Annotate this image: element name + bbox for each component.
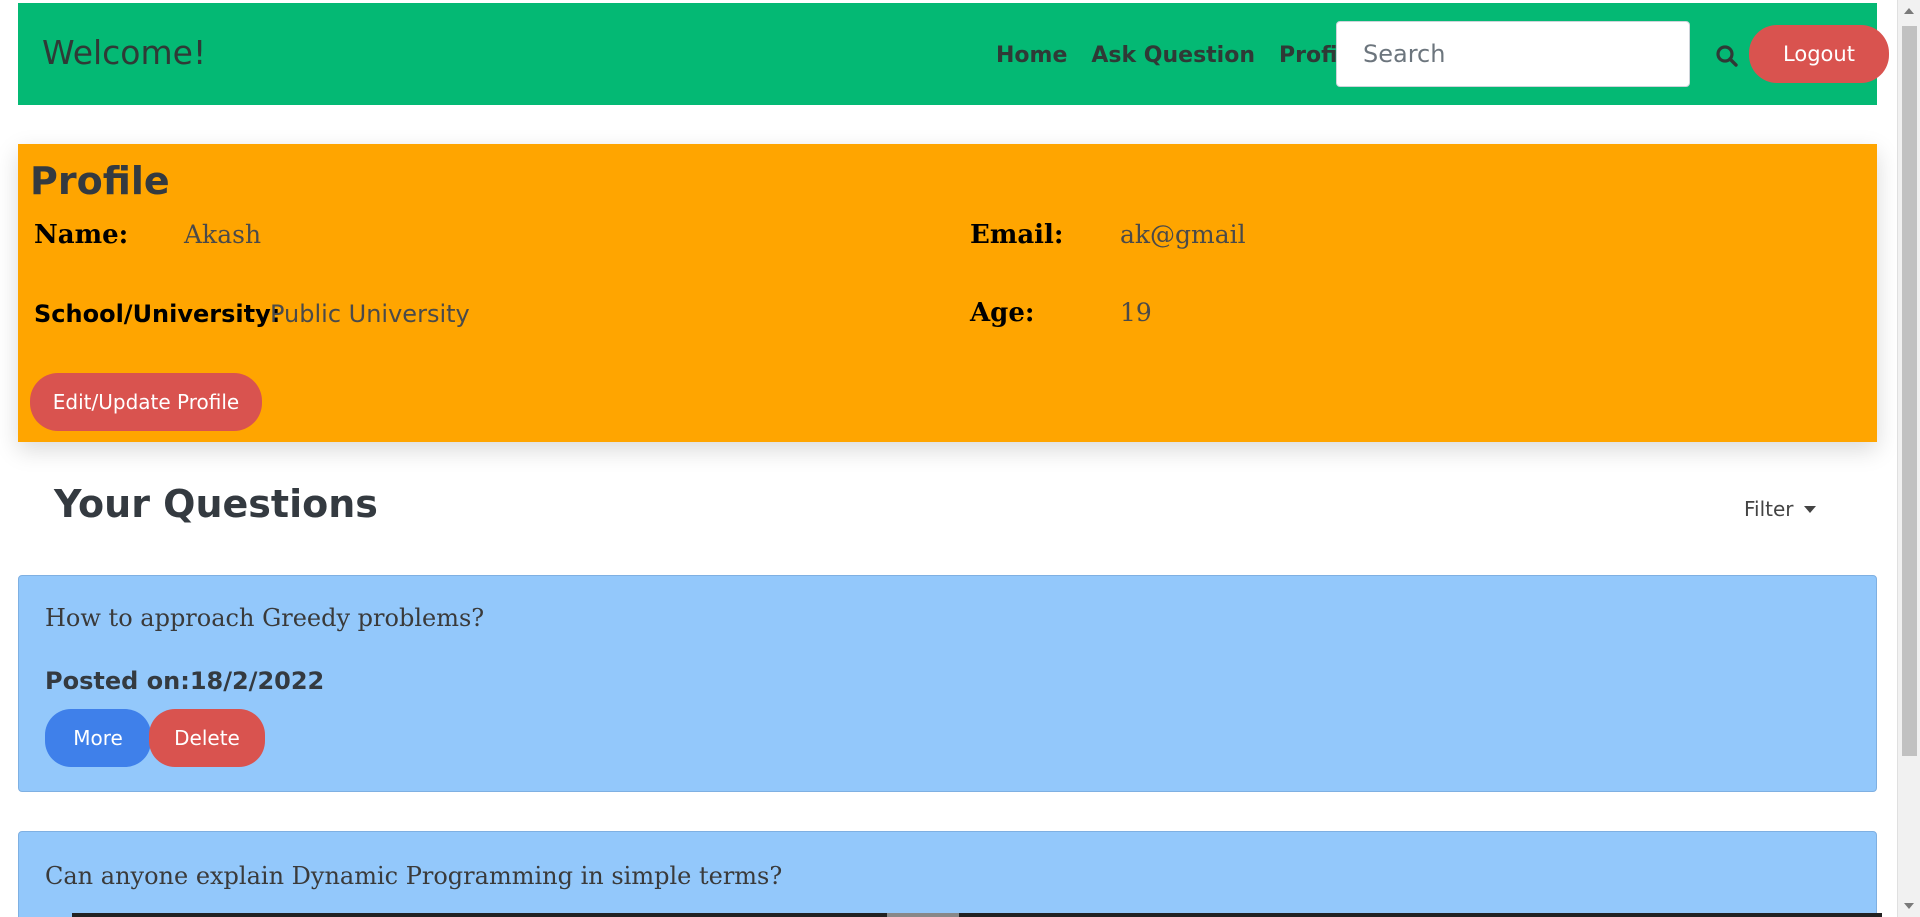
nav-link-home[interactable]: Home xyxy=(996,43,1067,68)
more-button[interactable]: More xyxy=(45,709,151,767)
school-value: Public University xyxy=(270,300,470,328)
name-label: Name: xyxy=(34,220,129,250)
name-value: Akash xyxy=(184,220,262,249)
age-value: 19 xyxy=(1120,298,1152,327)
questions-title: Your Questions xyxy=(54,482,378,526)
search-icon[interactable] xyxy=(1714,43,1740,69)
question-card: Can anyone explain Dynamic Programming i… xyxy=(18,831,1877,917)
question-title: Can anyone explain Dynamic Programming i… xyxy=(45,862,783,890)
filter-dropdown[interactable]: Filter xyxy=(1744,497,1816,521)
delete-button[interactable]: Delete xyxy=(149,709,265,767)
nav-link-ask-question[interactable]: Ask Question xyxy=(1091,43,1255,68)
scroll-thumb[interactable] xyxy=(1902,26,1917,756)
bottom-divider-segment xyxy=(887,913,959,917)
navbar: Welcome! Home Ask Question Profile Logou… xyxy=(18,3,1889,105)
logout-button[interactable]: Logout xyxy=(1749,25,1889,83)
nav-links: Home Ask Question Profile xyxy=(996,43,1384,68)
edit-profile-button[interactable]: Edit/Update Profile xyxy=(30,373,262,431)
bottom-divider xyxy=(72,913,1882,917)
caret-down-icon xyxy=(1803,505,1816,513)
brand-title: Welcome! xyxy=(42,33,207,72)
scroll-up-icon[interactable] xyxy=(1904,8,1914,14)
question-card: How to approach Greedy problems? Posted … xyxy=(18,575,1877,792)
email-label: Email: xyxy=(970,220,1064,250)
age-label: Age: xyxy=(970,298,1035,328)
search-input[interactable] xyxy=(1336,21,1690,87)
question-posted-date: Posted on:18/2/2022 xyxy=(45,667,325,695)
profile-card: Profile Name: Akash Email: ak@gmail Scho… xyxy=(18,144,1877,442)
question-title: How to approach Greedy problems? xyxy=(45,604,485,632)
scroll-down-icon[interactable] xyxy=(1904,903,1914,909)
vertical-scrollbar[interactable] xyxy=(1897,0,1920,917)
profile-title: Profile xyxy=(30,159,170,203)
email-value: ak@gmail xyxy=(1120,220,1246,249)
filter-label: Filter xyxy=(1744,497,1794,521)
school-label: School/University: xyxy=(34,300,281,328)
